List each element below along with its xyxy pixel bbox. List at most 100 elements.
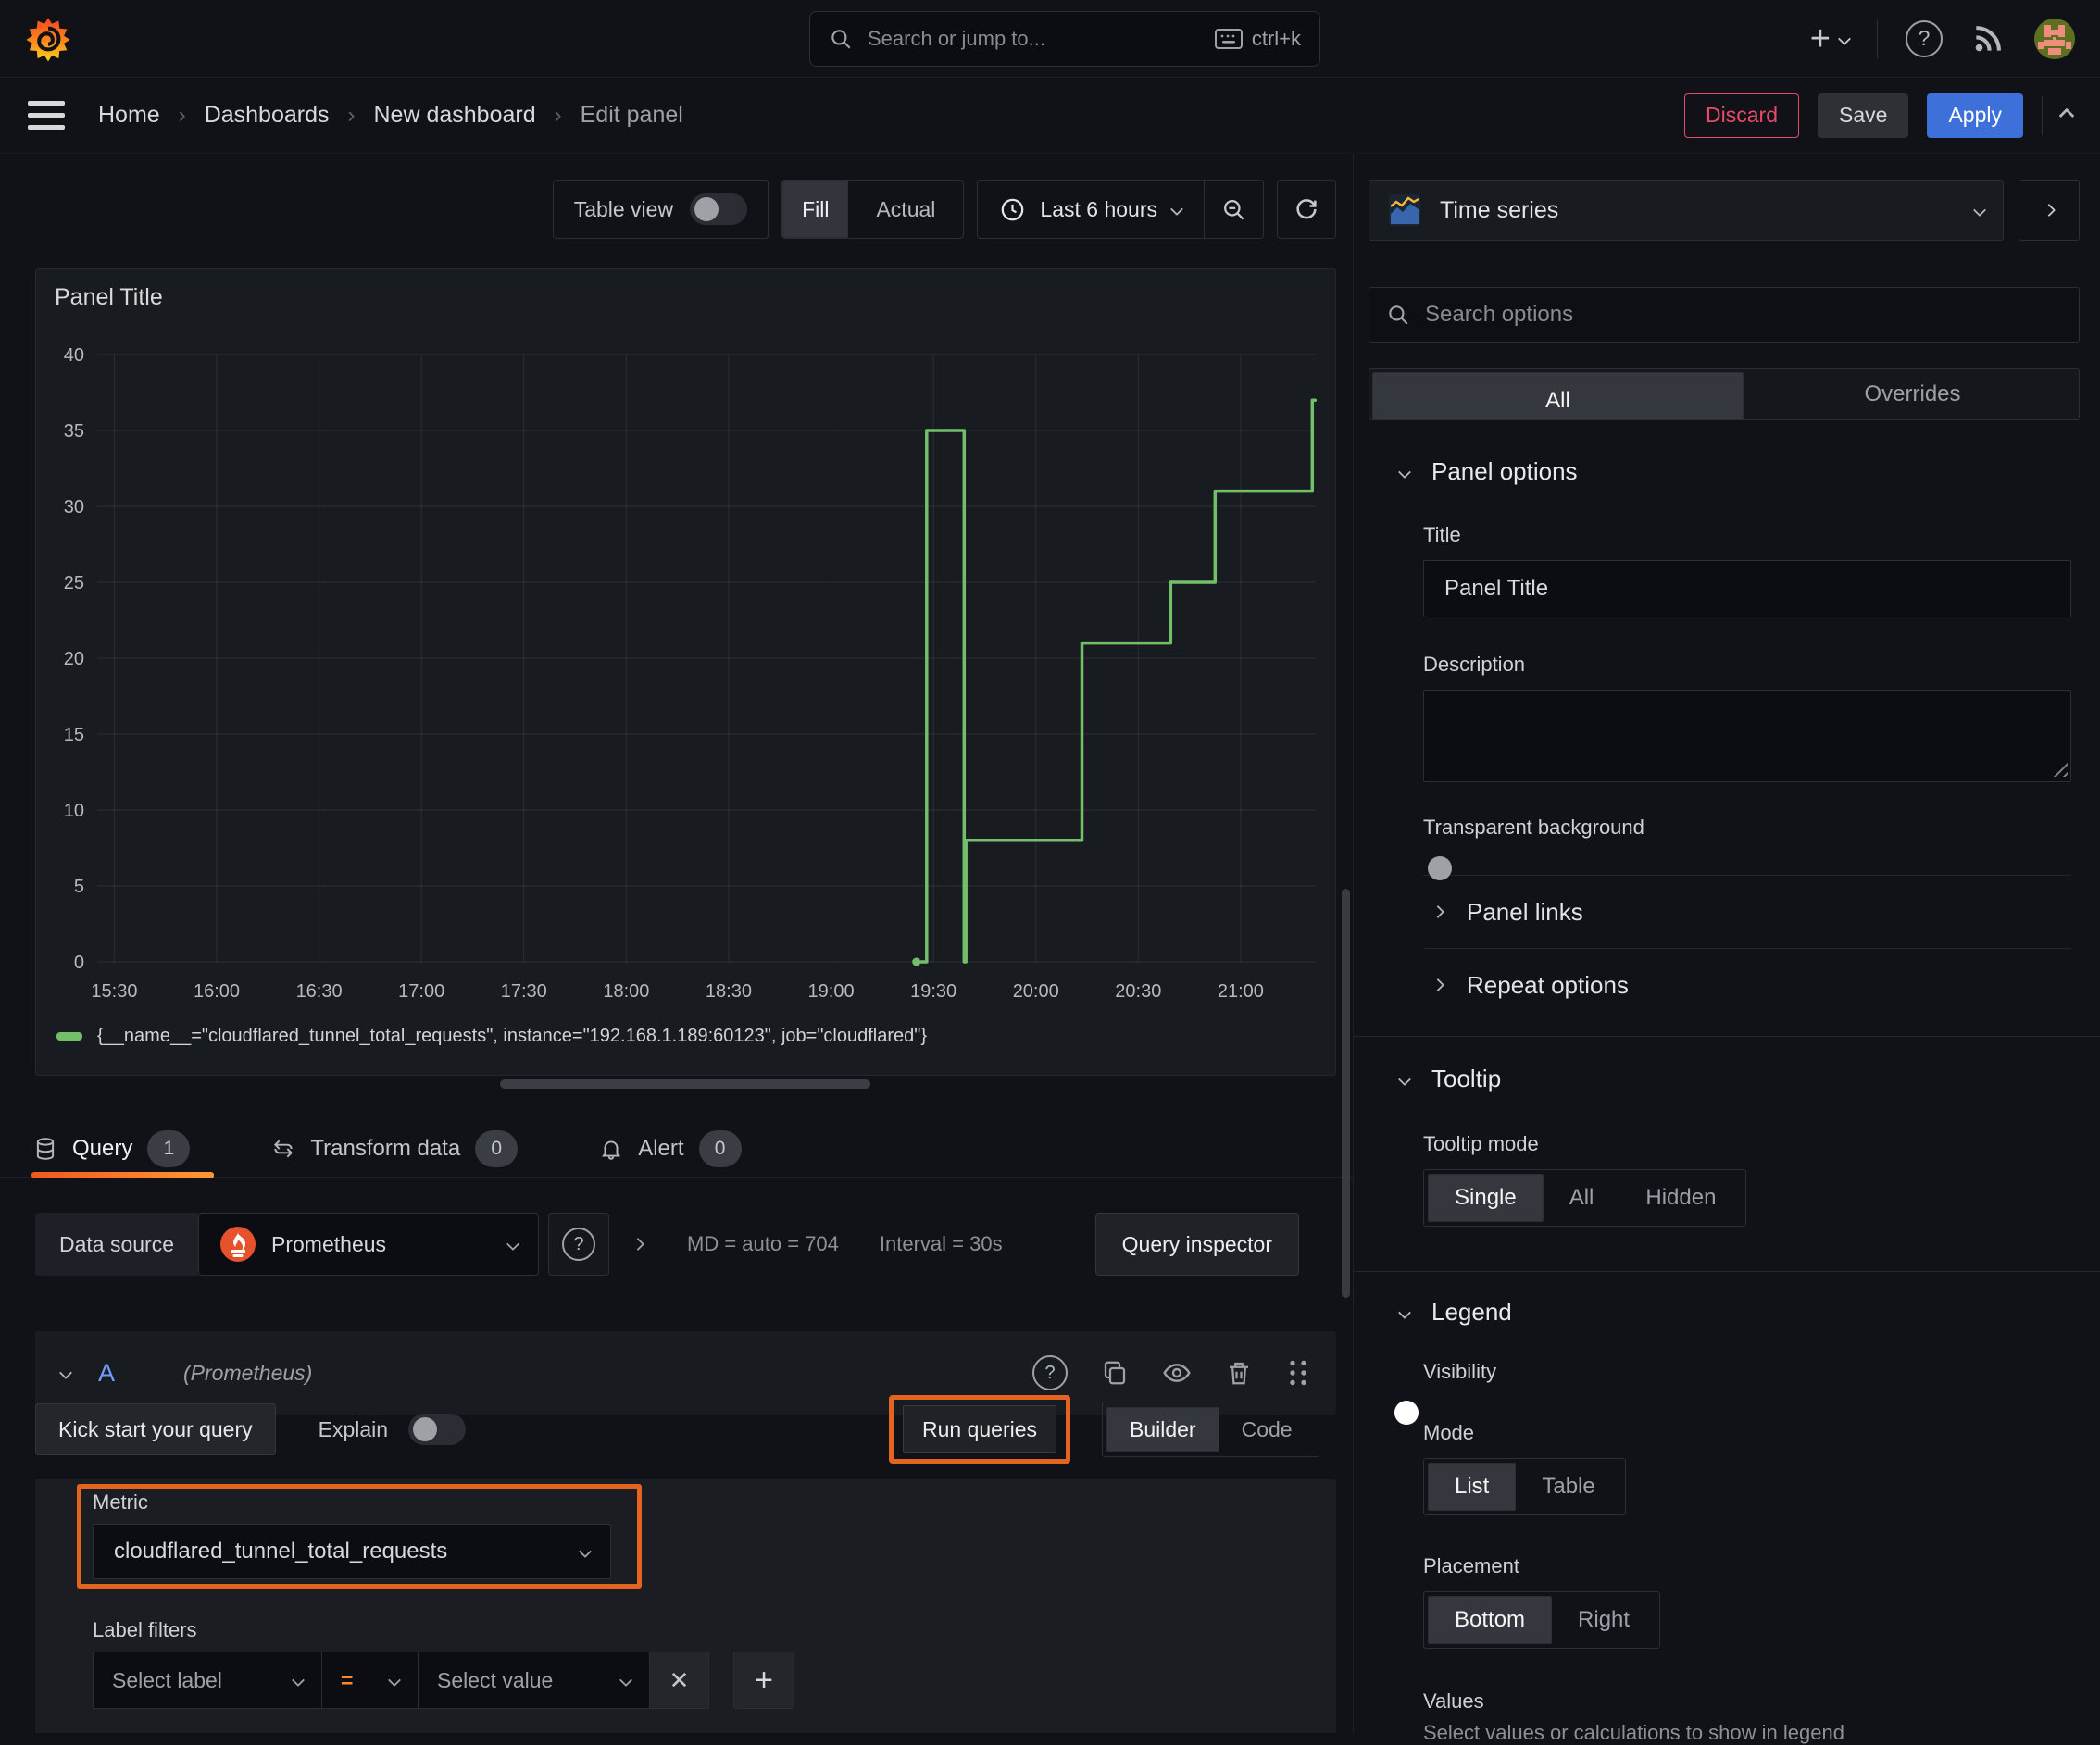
kick-start-button[interactable]: Kick start your query bbox=[35, 1403, 276, 1455]
panel-options-sidebar: Time series All Overrides Panel options … bbox=[1354, 154, 2100, 1744]
legend-placement-right[interactable]: Right bbox=[1552, 1596, 1656, 1644]
visualization-picker[interactable]: Time series bbox=[1369, 180, 2004, 241]
operator-value: = bbox=[341, 1667, 354, 1692]
legend-values-label: Values bbox=[1423, 1689, 1484, 1713]
query-help-icon[interactable]: ? bbox=[1032, 1355, 1068, 1390]
section-legend[interactable]: Legend bbox=[1369, 1298, 2080, 1327]
tooltip-mode-single[interactable]: Single bbox=[1428, 1174, 1544, 1222]
panel-title-input[interactable] bbox=[1423, 560, 2071, 617]
section-legend-label: Legend bbox=[1431, 1298, 1512, 1326]
section-panel-links[interactable]: Panel links bbox=[1369, 876, 2080, 948]
collapse-options-icon[interactable] bbox=[2058, 107, 2075, 123]
time-picker: Last 6 hours bbox=[977, 180, 1264, 239]
tooltip-mode-all[interactable]: All bbox=[1544, 1174, 1620, 1222]
tab-all-options[interactable]: All bbox=[1372, 372, 1744, 419]
svg-text:20:30: 20:30 bbox=[1115, 981, 1161, 1002]
breadcrumb-home[interactable]: Home bbox=[98, 102, 160, 129]
options-search[interactable] bbox=[1369, 287, 2080, 343]
legend-placement-bottom[interactable]: Bottom bbox=[1428, 1596, 1553, 1644]
breadcrumb-dashboards[interactable]: Dashboards bbox=[205, 102, 330, 129]
datasource-name: Prometheus bbox=[271, 1231, 387, 1256]
expand-options-icon[interactable] bbox=[631, 1237, 645, 1252]
toggle-visibility-icon[interactable] bbox=[1162, 1358, 1192, 1388]
menu-toggle-icon[interactable] bbox=[28, 101, 65, 130]
select-label-dropdown[interactable]: Select label bbox=[93, 1652, 322, 1709]
chevron-right-icon bbox=[2042, 203, 2056, 218]
explain-toggle[interactable] bbox=[408, 1414, 467, 1445]
legend-mode-list[interactable]: List bbox=[1428, 1463, 1517, 1511]
select-value-dropdown[interactable]: Select value bbox=[419, 1652, 650, 1709]
add-filter-button[interactable]: + bbox=[733, 1652, 794, 1709]
breadcrumb-separator: › bbox=[178, 102, 186, 128]
table-view-toggle[interactable] bbox=[690, 193, 748, 225]
code-option[interactable]: Code bbox=[1219, 1407, 1315, 1452]
section-repeat-options[interactable]: Repeat options bbox=[1369, 949, 2080, 1021]
zoom-out-icon bbox=[1224, 199, 1244, 219]
user-avatar[interactable] bbox=[2033, 18, 2076, 60]
legend-mode-label: Mode bbox=[1423, 1421, 1475, 1444]
refresh-button[interactable] bbox=[1277, 180, 1336, 239]
query-ref-id[interactable]: A bbox=[98, 1359, 115, 1388]
transform-icon bbox=[271, 1137, 295, 1161]
datasource-picker[interactable]: Prometheus bbox=[198, 1213, 540, 1276]
run-queries-button[interactable]: Run queries bbox=[902, 1405, 1057, 1453]
breadcrumb-edit-panel: Edit panel bbox=[580, 102, 683, 128]
panel-view-toolbar: Table view Fill Actual Last 6 hours bbox=[552, 180, 1336, 239]
run-queries-annotation: Run queries bbox=[889, 1395, 1070, 1464]
query-row-actions: ? bbox=[1032, 1355, 1310, 1390]
divider bbox=[2042, 95, 2043, 135]
label-filter-row: Select label = Select value ✕ + bbox=[93, 1652, 794, 1709]
apply-button[interactable]: Apply bbox=[1927, 93, 2023, 138]
remove-filter-button[interactable]: ✕ bbox=[650, 1652, 709, 1709]
panel-description-input[interactable] bbox=[1423, 690, 2071, 782]
svg-text:15: 15 bbox=[64, 725, 84, 745]
save-button[interactable]: Save bbox=[1818, 93, 1909, 138]
viz-suggestions-button[interactable] bbox=[2019, 180, 2080, 241]
datasource-help-button[interactable]: ? bbox=[548, 1213, 610, 1276]
delete-query-icon[interactable] bbox=[1225, 1359, 1253, 1387]
legend-mode-switch: List Table bbox=[1423, 1458, 1626, 1515]
database-icon bbox=[33, 1137, 57, 1161]
help-button[interactable]: ? bbox=[1906, 19, 1943, 57]
discard-button[interactable]: Discard bbox=[1684, 93, 1800, 138]
legend-mode-table[interactable]: Table bbox=[1516, 1463, 1620, 1511]
query-options-summary[interactable]: MD = auto = 704 Interval = 30s bbox=[687, 1232, 1003, 1256]
section-panel-links-label: Panel links bbox=[1467, 897, 1583, 926]
duplicate-query-icon[interactable] bbox=[1101, 1359, 1129, 1387]
global-search-input[interactable] bbox=[868, 27, 1200, 51]
builder-option[interactable]: Builder bbox=[1106, 1407, 1219, 1452]
tab-overrides[interactable]: Overrides bbox=[1746, 369, 2079, 419]
query-inspector-button[interactable]: Query inspector bbox=[1094, 1213, 1299, 1276]
operator-dropdown[interactable]: = bbox=[322, 1652, 419, 1709]
fill-option[interactable]: Fill bbox=[782, 181, 849, 238]
transform-count-badge: 0 bbox=[475, 1129, 519, 1167]
chevron-down-icon bbox=[1397, 465, 1412, 479]
zoom-out-time-button[interactable] bbox=[1204, 181, 1263, 238]
global-search[interactable]: ctrl+k bbox=[809, 11, 1320, 67]
chevron-down-icon bbox=[1972, 203, 1987, 218]
bell-icon bbox=[599, 1137, 623, 1161]
chevron-down-icon bbox=[387, 1673, 402, 1688]
metric-select[interactable]: cloudflared_tunnel_total_requests bbox=[93, 1524, 611, 1579]
svg-text:35: 35 bbox=[64, 421, 84, 442]
datasource-row: Data source Prometheus ? MD = auto = 704… bbox=[35, 1209, 1336, 1279]
panel-resize-handle[interactable] bbox=[500, 1079, 870, 1089]
collapse-query-icon[interactable] bbox=[58, 1365, 73, 1380]
tab-query-label: Query bbox=[72, 1135, 133, 1161]
tab-transform-data[interactable]: Transform data 0 bbox=[271, 1120, 542, 1178]
actual-option[interactable]: Actual bbox=[848, 181, 963, 238]
time-range-button[interactable]: Last 6 hours bbox=[978, 197, 1204, 222]
drag-handle-icon[interactable] bbox=[1286, 1359, 1310, 1387]
legend-series-label[interactable]: {__name__="cloudflared_tunnel_total_requ… bbox=[97, 1026, 927, 1047]
tooltip-mode-hidden[interactable]: Hidden bbox=[1619, 1174, 1742, 1222]
options-search-input[interactable] bbox=[1425, 302, 2062, 328]
main-scrollbar-thumb[interactable] bbox=[1342, 889, 1350, 1298]
grafana-logo-icon[interactable] bbox=[24, 15, 72, 63]
news-rss-icon[interactable] bbox=[1970, 21, 2006, 56]
new-menu-button[interactable]: + bbox=[1810, 21, 1852, 56]
breadcrumb-new-dashboard[interactable]: New dashboard bbox=[374, 102, 536, 129]
section-tooltip[interactable]: Tooltip bbox=[1369, 1065, 2080, 1093]
tab-query[interactable]: Query 1 bbox=[31, 1120, 215, 1178]
tab-alert[interactable]: Alert 0 bbox=[599, 1120, 765, 1178]
section-panel-options[interactable]: Panel options bbox=[1369, 457, 2080, 486]
